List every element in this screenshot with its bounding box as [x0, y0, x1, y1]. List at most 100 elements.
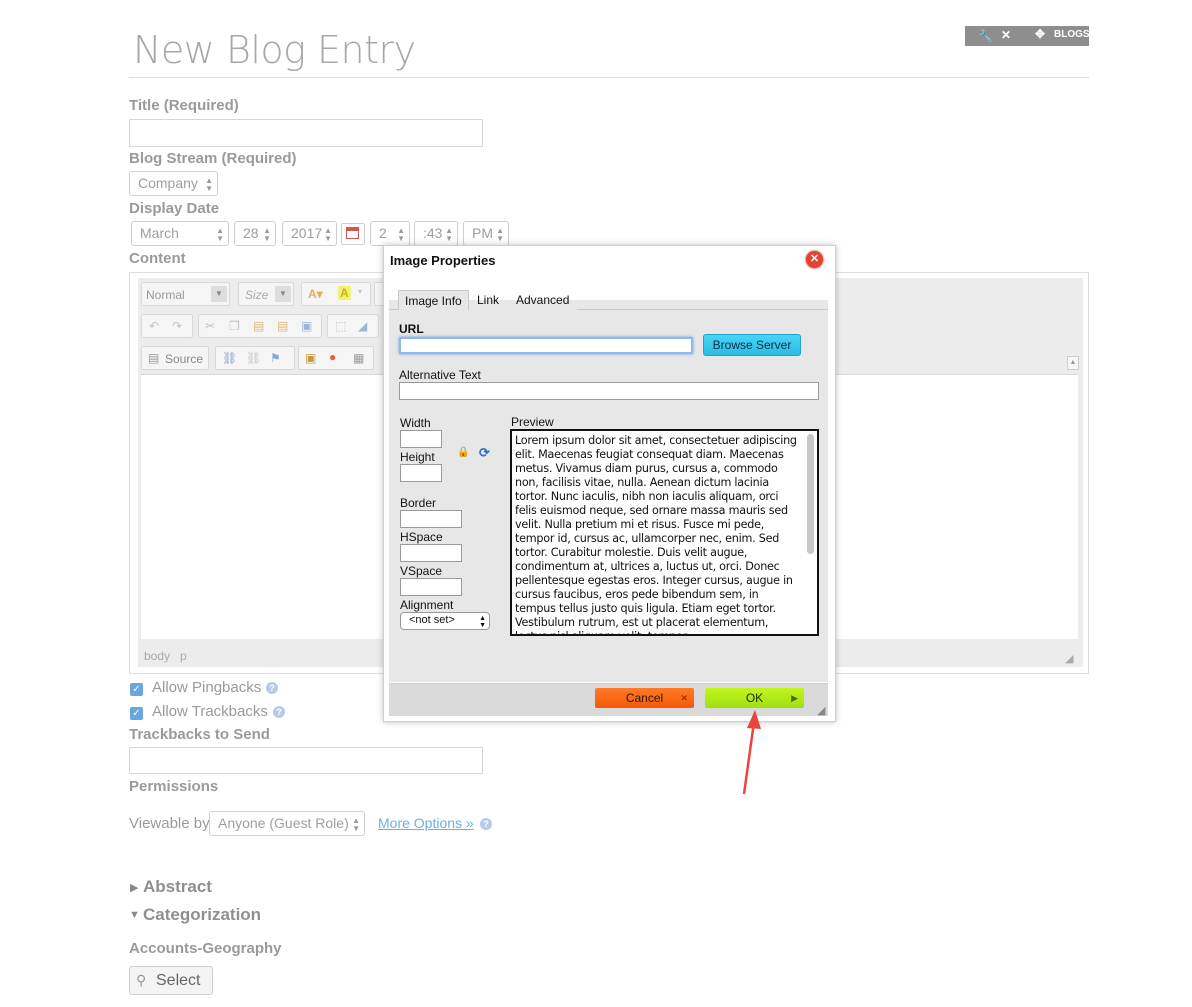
dialog-close-icon[interactable]: ✕	[806, 251, 823, 268]
cancel-button[interactable]: Cancel ✕	[595, 688, 694, 708]
text-color-icon[interactable]: A▾	[308, 287, 323, 301]
paste-icon[interactable]: ▤	[253, 319, 264, 333]
display-date-label: Display Date	[129, 200, 220, 217]
day-value: 28	[243, 225, 259, 241]
pingbacks-checkbox[interactable]: ✓	[130, 683, 143, 696]
toolbar-collapse-icon[interactable]: ▲	[1067, 356, 1079, 370]
unlink-icon[interactable]: ⛓	[246, 351, 261, 365]
title-input[interactable]	[129, 119, 483, 147]
select-arrows-icon: ▲ ▼	[397, 226, 405, 243]
search-icon: ⚲	[136, 972, 147, 988]
hour-value: 2	[379, 225, 387, 241]
abstract-section-toggle[interactable]: Abstract	[143, 877, 212, 897]
select-all-icon[interactable]: ⬚	[335, 319, 346, 333]
tab-advanced[interactable]: Advanced	[510, 290, 575, 310]
move-icon[interactable]: ✥	[1035, 27, 1045, 41]
chevron-down-icon: ▼	[211, 286, 227, 302]
trackbacks-checkbox[interactable]: ✓	[130, 707, 143, 720]
calendar-icon	[346, 227, 359, 239]
paste-text-icon[interactable]: ▤	[277, 319, 288, 333]
undo-icon[interactable]: ↶	[149, 319, 159, 333]
source-button[interactable]: ▤ Source	[141, 346, 209, 370]
alt-text-input[interactable]	[399, 382, 819, 400]
cut-icon[interactable]: ✂	[205, 319, 215, 333]
hour-select[interactable]: 2 ▲ ▼	[370, 221, 410, 246]
border-input[interactable]	[400, 510, 462, 528]
browse-server-button[interactable]: Browse Server	[703, 334, 801, 356]
trackbacks-send-input[interactable]	[129, 747, 483, 774]
paste-word-icon[interactable]: ▣	[301, 319, 312, 333]
alignment-value: <not set>	[409, 614, 455, 626]
path-body[interactable]: body	[144, 649, 170, 663]
clipboard-group: ✂ ❐ ▤ ▤ ▣	[198, 314, 322, 338]
ok-label: OK	[745, 691, 764, 705]
minute-select[interactable]: :43 ▲ ▼	[414, 221, 458, 246]
format-combo[interactable]: Normal ▼	[141, 282, 230, 306]
more-options-link[interactable]: More Options »	[378, 815, 474, 831]
width-label: Width	[400, 416, 431, 430]
border-label: Border	[400, 496, 437, 510]
ok-button[interactable]: OK ▶	[705, 688, 804, 708]
help-icon[interactable]: ?	[273, 706, 285, 718]
tab-rule	[389, 309, 398, 310]
anchor-flag-icon[interactable]: ⚑	[270, 351, 281, 365]
dialog-resize-grip-icon[interactable]: ◢	[817, 704, 825, 717]
image-preview: Lorem ipsum dolor sit amet, consectetuer…	[510, 429, 819, 636]
flash-icon[interactable]: ●	[329, 350, 336, 364]
resize-grip-icon[interactable]: ◢	[1065, 652, 1073, 665]
width-input[interactable]	[400, 430, 442, 448]
reset-size-icon[interactable]: ⟳	[479, 445, 490, 461]
select-arrows-icon: ▲ ▼	[324, 226, 332, 243]
lock-ratio-icon[interactable]: 🔒	[457, 447, 469, 458]
day-select[interactable]: 28 ▲ ▼	[234, 221, 276, 246]
format-value: Normal	[146, 288, 185, 302]
undo-redo-group: ↶ ↷	[141, 314, 193, 338]
select-arrows-icon: ▲ ▼	[479, 615, 486, 629]
select-arrows-icon: ▲ ▼	[445, 226, 453, 243]
preview-scrollbar[interactable]	[807, 434, 814, 554]
height-input[interactable]	[400, 464, 442, 482]
blog-stream-select[interactable]: Company ▲ ▼	[129, 171, 218, 196]
color-group: A▾ A ▾	[301, 282, 371, 306]
vspace-input[interactable]	[400, 578, 462, 596]
table-icon[interactable]: ▦	[353, 351, 364, 365]
chevron-down-icon[interactable]: ▾	[358, 287, 362, 296]
year-select[interactable]: 2017 ▲ ▼	[282, 221, 337, 246]
select-arrows-icon: ▲ ▼	[205, 176, 213, 193]
element-path: body p	[144, 649, 187, 663]
select-arrows-icon: ▲ ▼	[216, 226, 224, 243]
path-p[interactable]: p	[180, 649, 187, 663]
permissions-label: Permissions	[129, 778, 219, 795]
hspace-input[interactable]	[400, 544, 462, 562]
calendar-button[interactable]	[341, 223, 365, 245]
url-input[interactable]	[399, 337, 693, 354]
select-button[interactable]: ⚲ Select	[129, 966, 213, 995]
help-icon[interactable]: ?	[266, 682, 278, 694]
redo-icon[interactable]: ↷	[172, 319, 182, 333]
image-icon[interactable]: ▣	[305, 351, 316, 365]
alignment-select[interactable]: <not set> ▲ ▼	[400, 612, 490, 630]
portlet-toolbar: 🔧 ✕ ✥ BLOGS	[965, 26, 1090, 46]
categorization-section-toggle[interactable]: Categorization	[143, 905, 261, 925]
copy-icon[interactable]: ❐	[229, 319, 240, 333]
close-icon[interactable]: ✕	[1001, 28, 1011, 42]
tab-link[interactable]: Link	[471, 290, 505, 310]
wrench-icon[interactable]: 🔧	[978, 29, 993, 43]
link-icon[interactable]: ⛓	[222, 351, 237, 365]
select-arrows-icon: ▲ ▼	[496, 226, 504, 243]
month-select[interactable]: March ▲ ▼	[131, 221, 229, 246]
caret-down-icon: ▼	[129, 909, 140, 921]
ampm-select[interactable]: PM ▲ ▼	[463, 221, 509, 246]
size-combo[interactable]: Size ▼	[238, 282, 294, 306]
preview-label: Preview	[511, 415, 554, 429]
blog-stream-value: Company	[138, 175, 198, 191]
tab-image-info[interactable]: Image Info	[398, 290, 469, 310]
viewable-by-label: Viewable by	[129, 815, 210, 832]
viewable-by-select[interactable]: Anyone (Guest Role) ▲ ▼	[209, 811, 365, 836]
remove-format-icon[interactable]: ◢	[358, 319, 367, 333]
cancel-label: Cancel	[625, 691, 664, 705]
bg-color-icon[interactable]: A	[338, 286, 351, 300]
trackbacks-send-label: Trackbacks to Send	[129, 726, 270, 743]
help-icon[interactable]: ?	[480, 818, 492, 830]
arrow-shaft	[742, 721, 756, 795]
